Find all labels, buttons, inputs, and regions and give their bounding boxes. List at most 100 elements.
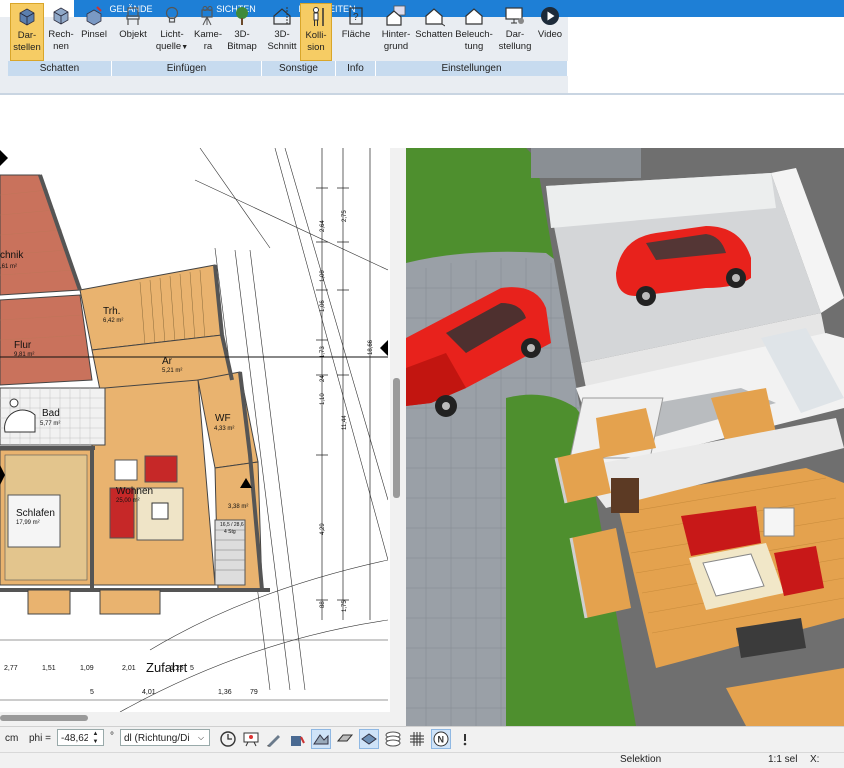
svg-text:Schlafen: Schlafen [16, 508, 55, 519]
clock-icon [220, 731, 236, 747]
svg-text:88: 88 [320, 601, 326, 608]
pen-button[interactable] [264, 729, 284, 749]
stepper-up-icon[interactable]: ▲ [93, 731, 99, 737]
walls-button[interactable] [335, 729, 355, 749]
north-button[interactable]: N [431, 729, 451, 749]
pinsel-button[interactable]: Pinsel [79, 3, 109, 61]
group-info: Info [336, 61, 376, 76]
pen-icon [267, 735, 280, 747]
svg-text:N: N [438, 735, 445, 745]
svg-text:1,73: 1,73 [320, 346, 326, 358]
paint-bucket-icon [291, 736, 305, 746]
house-light-icon [465, 8, 483, 25]
rechnen-button[interactable]: Rech-nen [46, 3, 76, 61]
kollision-button[interactable]: Kolli-sion [300, 3, 332, 61]
svg-text:1,09: 1,09 [80, 665, 94, 672]
svg-text:1,36: 1,36 [218, 689, 232, 696]
objekt-button[interactable]: Objekt [116, 3, 150, 61]
dropdown-arrow-icon: ▼ [181, 44, 189, 51]
status-x: X: [810, 754, 820, 765]
svg-text:3,38 m²: 3,38 m² [228, 504, 248, 510]
grid-button[interactable] [407, 729, 427, 749]
presentation-icon [243, 732, 259, 747]
svg-text:chnik: chnik [0, 250, 24, 261]
schnitt3d-button[interactable]: 3D- Schnitt [265, 3, 299, 61]
svg-text:Trh.: Trh. [103, 306, 120, 317]
dimension-labels: 2,77 1,51 1,09 2,01 1,25 5 5 4,01 1,36 7… [4, 665, 258, 696]
degree-label: ° [110, 731, 114, 742]
darstellen-button[interactable]: Dar-stellen [10, 3, 44, 61]
armchair [144, 455, 178, 483]
door [611, 478, 639, 513]
monitor-settings-icon [505, 7, 524, 24]
floor-plan-canvas: chnik ,61 m² Flur 9,81 m² Trh. 6,42 m² A… [0, 148, 388, 712]
svg-text:WF: WF [215, 413, 231, 424]
stepper-down-icon[interactable]: ▼ [93, 739, 99, 745]
light-bulb-icon [165, 6, 179, 23]
plan-vertical-scroll-thumb[interactable] [393, 378, 400, 498]
plan-horizontal-scroll-thumb[interactable] [0, 715, 88, 721]
section-marker-icon-left [0, 150, 8, 166]
more-vertical-icon [463, 734, 467, 746]
material-button[interactable] [287, 729, 307, 749]
svg-text:6,42 m²: 6,42 m² [103, 318, 123, 324]
svg-text:2,75: 2,75 [342, 210, 348, 222]
svg-text:4,29: 4,29 [320, 523, 326, 535]
svg-text:4,01: 4,01 [142, 689, 156, 696]
svg-text:9,81 m²: 9,81 m² [14, 352, 34, 358]
presentation-button[interactable] [241, 729, 261, 749]
3d-view[interactable] [406, 148, 844, 726]
beleuchtung-button[interactable]: Beleuch-tung [455, 3, 493, 61]
more-button[interactable] [458, 729, 472, 749]
svg-text:16,5 / 28,6: 16,5 / 28,6 [220, 522, 244, 528]
flaeche-button[interactable]: ? Fläche [339, 3, 373, 61]
kamera-button[interactable]: Kame-ra [193, 3, 223, 61]
floor-plan-view[interactable]: chnik ,61 m² Flur 9,81 m² Trh. 6,42 m² A… [0, 148, 388, 712]
balcony-2 [99, 589, 161, 615]
phi-stepper[interactable]: ▲ ▼ [88, 729, 104, 746]
svg-text:1,51: 1,51 [42, 665, 56, 672]
stone-wall [531, 148, 641, 178]
bitmap3d-button[interactable]: 3D- Bitmap [225, 3, 259, 61]
svg-text:24: 24 [320, 375, 326, 382]
svg-text:5: 5 [190, 665, 194, 672]
cube-brush-icon [86, 6, 102, 26]
svg-text:5,21 m²: 5,21 m² [162, 368, 182, 374]
dl-select[interactable]: dl (Richtung/Di [120, 729, 210, 746]
person-collision-icon [313, 7, 324, 26]
darstellung-button[interactable]: Dar-stellung [497, 3, 533, 61]
floors-button[interactable] [383, 729, 403, 749]
north-compass-icon: N [433, 731, 449, 747]
group-einfuegen: Einfügen [112, 61, 262, 76]
terrain-view-button[interactable] [311, 729, 331, 749]
hintergrund-button[interactable]: Hinter-grund [378, 3, 414, 61]
svg-text:79: 79 [250, 689, 258, 696]
balcony-1 [27, 589, 71, 615]
svg-text:,61 m²: ,61 m² [0, 264, 17, 270]
video-button[interactable]: Video [535, 3, 565, 61]
svg-text:1,75: 1,75 [342, 600, 348, 612]
chevron-down-icon[interactable]: ⌵ [198, 733, 204, 743]
svg-text:4,33 m²: 4,33 m² [214, 426, 234, 432]
svg-text:2,64: 2,64 [320, 220, 326, 232]
svg-text:Wohnen: Wohnen [116, 486, 153, 497]
lichtquelle-button[interactable]: Licht-quelle▼ [153, 3, 191, 61]
walls-icon [336, 734, 354, 742]
house-section-icon [273, 7, 291, 25]
svg-text:2,77: 2,77 [4, 665, 18, 672]
layers-icon [361, 733, 377, 745]
clock-button[interactable] [218, 729, 238, 749]
svg-text:Flur: Flur [14, 340, 32, 351]
section-marker-icon [380, 340, 388, 356]
status-scale: 1:1 sel [768, 754, 798, 765]
schatten-button[interactable]: Schatten [414, 3, 454, 61]
grid-icon [410, 732, 424, 746]
table-object [151, 502, 169, 520]
svg-text:5,77 m²: 5,77 m² [40, 421, 60, 427]
layer-button[interactable] [359, 729, 379, 749]
blank-area [0, 95, 844, 148]
ribbon-empty-area [568, 17, 844, 94]
svg-text:2,01: 2,01 [122, 665, 136, 672]
phi-label: phi = [29, 733, 51, 744]
side-table-3d [763, 507, 795, 537]
